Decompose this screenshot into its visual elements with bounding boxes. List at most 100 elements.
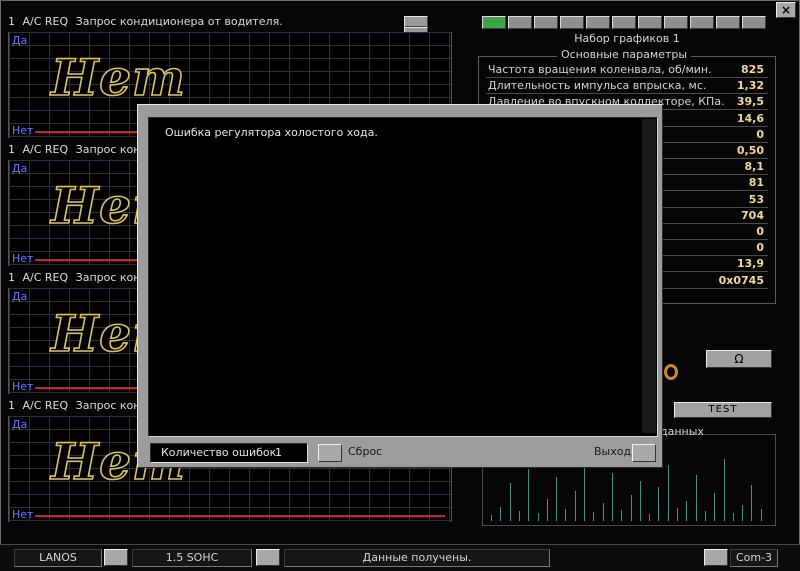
- histogram-bar: [528, 469, 530, 521]
- histogram-bar: [677, 508, 678, 521]
- y-label-no: Нет: [12, 508, 34, 521]
- chart-set-button[interactable]: [742, 16, 766, 29]
- chart-set-button[interactable]: [482, 16, 506, 29]
- car-model-button[interactable]: [104, 549, 128, 566]
- param-row[interactable]: Частота вращения коленвала, об/мин. 825: [486, 62, 768, 78]
- histogram-bar: [704, 511, 706, 521]
- omega-icon: Ω: [734, 352, 744, 366]
- histogram-bar: [556, 477, 558, 521]
- graph-number: 1: [8, 15, 15, 28]
- histogram-bar: [574, 491, 576, 521]
- graph-code: A/C REQ: [22, 143, 69, 156]
- graph-number: 1: [8, 271, 15, 284]
- param-value: 39,5: [736, 95, 764, 109]
- param-value: 0: [756, 225, 764, 238]
- chart-set-button[interactable]: [612, 16, 636, 29]
- histogram-bar: [714, 493, 716, 521]
- engine-type-field: 1.5 SOHC: [132, 549, 252, 567]
- histogram-bar: [621, 510, 623, 521]
- param-value: 81: [748, 176, 764, 190]
- graph-description: Запрос кондиционера от водителя.: [75, 15, 283, 28]
- histogram-bar: [509, 483, 511, 521]
- histogram-bar: [751, 485, 753, 521]
- param-value: 0: [756, 241, 764, 255]
- histogram-bar: [658, 487, 660, 521]
- exit-button[interactable]: [632, 444, 656, 462]
- chart-set-button[interactable]: [586, 16, 610, 29]
- graph-code: A/C REQ: [22, 271, 69, 284]
- y-label-yes: Да: [12, 34, 28, 47]
- error-list: Ошибка регулятора холостого хода.: [148, 117, 658, 437]
- graph-header: 1 A/C REQ Запрос кондиционера от водител…: [4, 14, 448, 30]
- graph-number: 1: [8, 399, 15, 412]
- graph-state-value: Нет: [50, 47, 186, 108]
- param-value: 825: [741, 63, 764, 76]
- y-label-yes: Да: [12, 290, 28, 303]
- histogram-bar: [500, 507, 502, 521]
- com-port-field: Com-3: [730, 549, 778, 567]
- params-title-text: Основные параметры: [556, 48, 692, 61]
- histogram-bar: [593, 512, 595, 521]
- chart-set-button[interactable]: [638, 16, 662, 29]
- error-list-scrollbar[interactable]: [642, 119, 656, 433]
- param-value: 1,32: [736, 79, 764, 93]
- param-value: 0,50: [736, 144, 764, 157]
- chart-set-button[interactable]: [560, 16, 584, 29]
- chart-set-title: Набор графиков 1: [574, 32, 680, 45]
- y-label-no: Нет: [12, 252, 34, 265]
- chart-set-button[interactable]: [690, 16, 714, 29]
- dialog-footer: Количество ошибок 1 Сброс Выход: [148, 441, 656, 463]
- chart-set-button[interactable]: [508, 16, 532, 29]
- param-label: Частота вращения коленвала, об/мин.: [488, 63, 712, 76]
- graph-control-button[interactable]: [404, 16, 428, 27]
- histogram-bar: [732, 513, 734, 521]
- exit-label: Выход: [594, 445, 632, 458]
- engine-type-button[interactable]: [256, 549, 280, 566]
- histogram-title: данных: [660, 425, 704, 438]
- histogram-bar: [537, 513, 539, 521]
- histogram-bar: [686, 501, 688, 521]
- histogram-bar: [546, 499, 548, 521]
- histogram-bar: [760, 509, 762, 521]
- graph-code: A/C REQ: [22, 15, 69, 28]
- histogram-bar: [649, 514, 651, 521]
- graph-controls: [404, 16, 452, 38]
- status-message: Данные получены.: [284, 549, 550, 567]
- histogram-bar: [491, 515, 492, 521]
- error-message[interactable]: Ошибка регулятора холостого хода.: [165, 126, 378, 139]
- test-button[interactable]: TEST: [674, 402, 772, 418]
- chart-set-button[interactable]: [716, 16, 740, 29]
- y-label-yes: Да: [12, 418, 28, 431]
- param-value: 704: [741, 208, 764, 222]
- param-row[interactable]: Длительность импульса впрыска, мс. 1,32: [486, 78, 768, 95]
- histogram-bar: [639, 481, 641, 521]
- close-button[interactable]: ×: [776, 2, 796, 18]
- histogram-bar: [742, 505, 744, 521]
- car-model-field: LANOS: [14, 549, 102, 567]
- omega-button[interactable]: Ω: [706, 350, 772, 368]
- param-value: 0: [756, 127, 764, 141]
- error-count-label: Количество ошибок: [161, 446, 277, 459]
- chart-set-button[interactable]: [534, 16, 558, 29]
- histogram-bar: [630, 495, 632, 521]
- param-value: 8,1: [744, 160, 765, 174]
- param-label: Длительность импульса впрыска, мс.: [488, 79, 707, 93]
- chart-set-strip: [482, 16, 772, 30]
- signal-line: [35, 515, 445, 517]
- reset-label: Сброс: [348, 445, 383, 458]
- histogram-bar: [584, 461, 585, 521]
- graph-number: 1: [8, 143, 15, 156]
- params-title: Основные параметры: [484, 48, 764, 61]
- reset-button[interactable]: [318, 444, 342, 462]
- param-value: 13,9: [736, 257, 764, 271]
- close-icon: ×: [780, 3, 792, 17]
- chart-set-button[interactable]: [664, 16, 688, 29]
- port-button[interactable]: [704, 549, 728, 566]
- param-value: 53: [748, 192, 764, 206]
- status-ring-icon: [664, 364, 678, 380]
- status-bar: LANOS 1.5 SOHC Данные получены. Com-3: [0, 544, 800, 571]
- histogram-bar: [695, 475, 697, 521]
- histogram-bar: [518, 511, 520, 521]
- y-label-no: Нет: [12, 380, 34, 393]
- y-label-no: Нет: [12, 124, 34, 137]
